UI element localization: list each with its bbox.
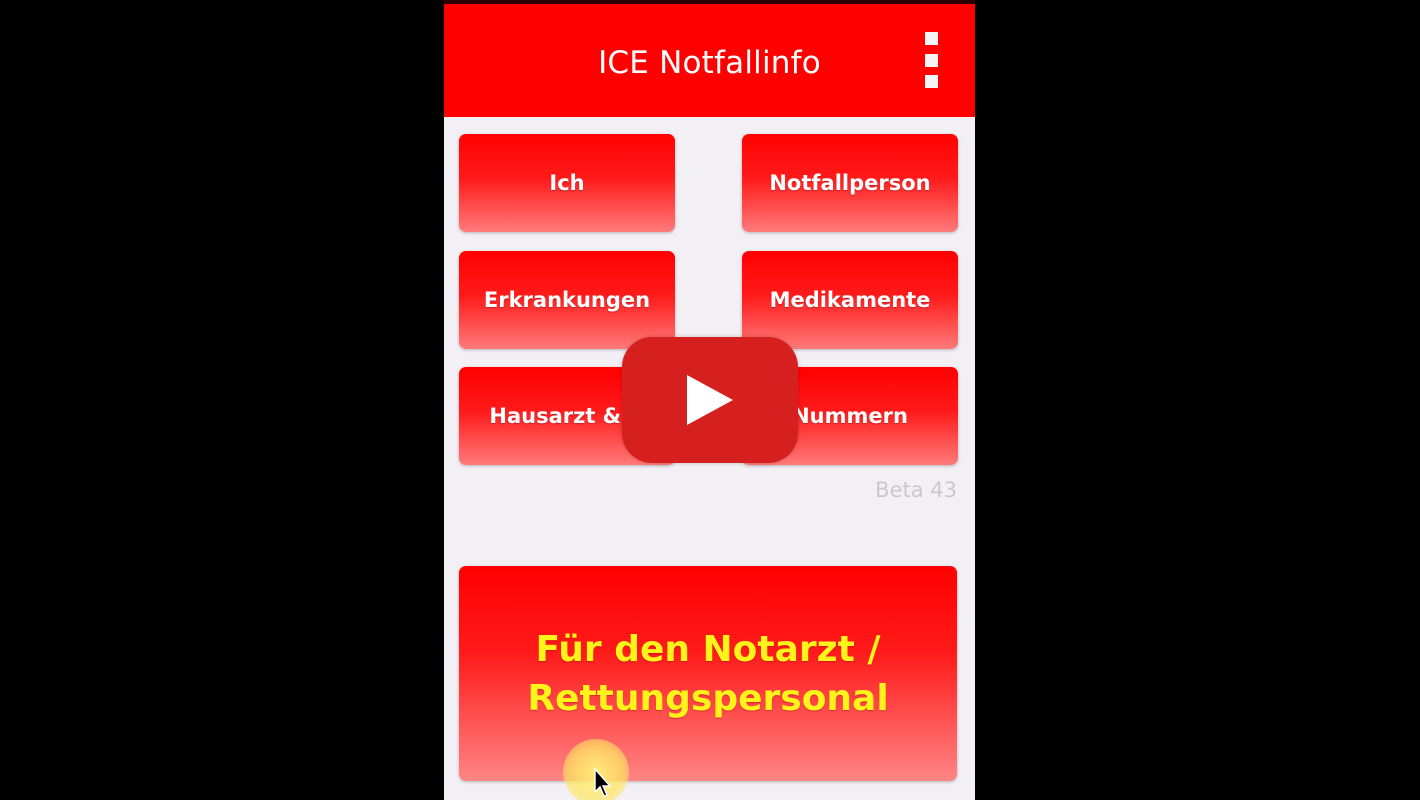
menu-dot	[924, 32, 938, 45]
app-title: ICE Notfallinfo	[598, 45, 821, 81]
erkrankungen-button[interactable]: Erkrankungen	[459, 251, 675, 349]
menu-dot	[924, 75, 938, 88]
emergency-info-button[interactable]: Für den Notarzt / Rettungspersonal	[459, 566, 957, 781]
notfallperson-label: Notfallperson	[769, 171, 931, 195]
emergency-label-line-2: Rettungspersonal	[527, 677, 889, 719]
emergency-label-line-1: Für den Notarzt /	[535, 628, 881, 670]
mouse-pointer-icon	[594, 768, 612, 797]
nummern-label: Nummern	[792, 404, 908, 428]
play-button[interactable]	[622, 337, 798, 463]
medikamente-label: Medikamente	[769, 288, 931, 312]
ich-label: Ich	[549, 171, 585, 195]
medikamente-button[interactable]: Medikamente	[742, 251, 958, 349]
video-frame: ICE Notfallinfo Ich Notfallperson Erkran…	[0, 0, 1420, 800]
notfallperson-button[interactable]: Notfallperson	[742, 134, 958, 232]
menu-dot	[924, 53, 938, 67]
action-bar: ICE Notfallinfo	[444, 4, 975, 117]
overflow-menu-icon[interactable]	[923, 32, 939, 88]
erkrankungen-label: Erkrankungen	[483, 288, 651, 312]
play-icon	[687, 375, 733, 425]
emergency-label: Für den Notarzt / Rettungspersonal	[527, 625, 888, 723]
ich-button[interactable]: Ich	[459, 134, 675, 232]
version-label: Beta 43	[875, 478, 957, 502]
